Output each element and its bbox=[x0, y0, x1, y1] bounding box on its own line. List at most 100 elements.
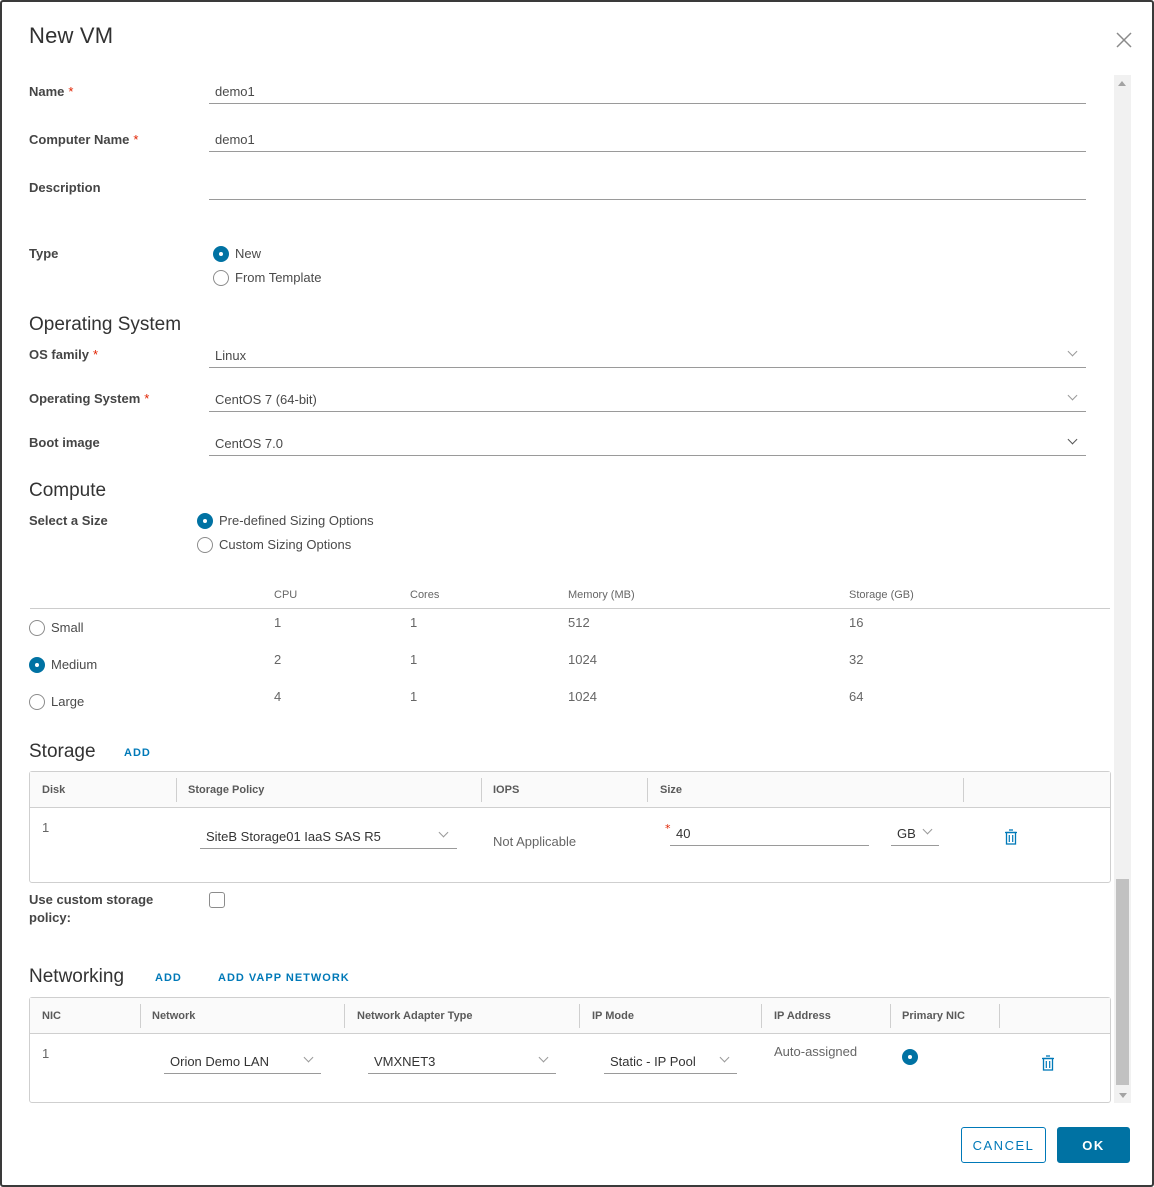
computer-name-label-text: Computer Name bbox=[29, 132, 130, 147]
boot-image-value: CentOS 7.0 bbox=[215, 436, 283, 451]
os-family-label-text: OS family bbox=[29, 347, 89, 362]
predefined-sizing-radio[interactable] bbox=[197, 513, 213, 529]
network-col-ip-address: IP Address bbox=[774, 1010, 831, 1022]
chevron-down-icon bbox=[303, 1052, 314, 1063]
type-new-label: New bbox=[235, 246, 262, 261]
os-family-label: OS family * bbox=[29, 347, 98, 362]
storage-grid-header: Disk Storage Policy IOPS Size bbox=[30, 772, 1110, 808]
size-small-memory: 512 bbox=[568, 615, 590, 630]
name-input[interactable]: demo1 bbox=[209, 78, 1086, 104]
storage-grid: Disk Storage Policy IOPS Size 1 SiteB St… bbox=[29, 771, 1111, 883]
storage-section-title: Storage bbox=[29, 741, 96, 762]
column-separator bbox=[344, 1004, 345, 1028]
type-from-template-radio[interactable] bbox=[213, 270, 229, 286]
computer-name-input[interactable]: demo1 bbox=[209, 126, 1086, 152]
size-medium-storage: 32 bbox=[849, 652, 864, 667]
storage-col-policy: Storage Policy bbox=[188, 784, 265, 796]
networking-add-link[interactable]: ADD bbox=[155, 972, 182, 984]
delete-disk-trash-icon[interactable] bbox=[1004, 829, 1018, 845]
network-col-network: Network bbox=[152, 1010, 196, 1022]
network-select[interactable]: Orion Demo LAN bbox=[164, 1048, 321, 1074]
size-small-radio[interactable] bbox=[29, 620, 45, 636]
column-separator bbox=[481, 778, 482, 802]
size-medium-radio[interactable] bbox=[29, 657, 45, 673]
networking-grid-header: NIC Network Network Adapter Type IP Mode… bbox=[30, 998, 1110, 1034]
size-medium-label: Medium bbox=[51, 657, 98, 672]
size-medium-memory: 1024 bbox=[568, 652, 597, 667]
size-small-label: Small bbox=[51, 620, 84, 635]
required-marker: * bbox=[144, 391, 150, 406]
operating-system-label-text: Operating System bbox=[29, 391, 141, 406]
delete-nic-trash-icon[interactable] bbox=[1041, 1055, 1055, 1071]
ip-address-value: Auto-assigned bbox=[774, 1044, 858, 1059]
column-separator bbox=[963, 778, 964, 802]
storage-iops-value: Not Applicable bbox=[493, 834, 577, 849]
os-family-select[interactable]: Linux bbox=[209, 342, 1086, 368]
custom-sizing-radio[interactable] bbox=[197, 537, 213, 553]
column-separator bbox=[647, 778, 648, 802]
ip-mode-value: Static - IP Pool bbox=[610, 1054, 696, 1069]
ok-button[interactable]: OK bbox=[1057, 1127, 1130, 1163]
select-size-label: Select a Size bbox=[29, 513, 108, 528]
required-marker: * bbox=[68, 84, 74, 99]
networking-section-title: Networking bbox=[29, 966, 125, 987]
storage-col-size: Size bbox=[660, 784, 683, 796]
compute-section-title: Compute bbox=[29, 480, 107, 501]
size-small-storage: 16 bbox=[849, 615, 864, 630]
network-nic-number: 1 bbox=[42, 1046, 50, 1061]
chevron-down-icon bbox=[719, 1052, 730, 1063]
size-large-cores: 1 bbox=[410, 689, 418, 704]
size-large-storage: 64 bbox=[849, 689, 864, 704]
add-vapp-network-link[interactable]: ADD VAPP NETWORK bbox=[218, 972, 350, 984]
cancel-button[interactable]: CANCEL bbox=[961, 1127, 1046, 1163]
networking-grid: NIC Network Network Adapter Type IP Mode… bbox=[29, 997, 1111, 1103]
sizing-table-divider bbox=[30, 608, 1110, 609]
column-separator bbox=[579, 1004, 580, 1028]
size-medium-cpu: 2 bbox=[274, 652, 282, 667]
size-large-cpu: 4 bbox=[274, 689, 282, 704]
sizing-col-memory: Memory (MB) bbox=[568, 589, 635, 601]
storage-size-input[interactable]: 40 bbox=[670, 820, 869, 846]
network-col-adapter: Network Adapter Type bbox=[357, 1010, 473, 1022]
storage-size-value: 40 bbox=[676, 826, 691, 841]
size-large-radio[interactable] bbox=[29, 694, 45, 710]
name-label: Name * bbox=[29, 84, 73, 99]
boot-image-label: Boot image bbox=[29, 435, 100, 450]
chevron-down-icon bbox=[1067, 390, 1078, 401]
network-col-nic: NIC bbox=[42, 1010, 61, 1022]
operating-system-select[interactable]: CentOS 7 (64-bit) bbox=[209, 386, 1086, 412]
chevron-down-icon bbox=[1067, 434, 1078, 445]
column-separator bbox=[890, 1004, 891, 1028]
scroll-down-arrow-icon[interactable] bbox=[1119, 1093, 1127, 1098]
type-label: Type bbox=[29, 246, 59, 261]
required-marker: * bbox=[92, 347, 99, 362]
os-section-title: Operating System bbox=[29, 314, 182, 335]
scroll-up-arrow-icon[interactable] bbox=[1118, 81, 1126, 86]
network-adapter-select[interactable]: VMXNET3 bbox=[368, 1048, 556, 1074]
description-input[interactable] bbox=[209, 174, 1086, 200]
os-family-value: Linux bbox=[215, 348, 247, 363]
type-new-radio[interactable] bbox=[213, 246, 229, 262]
boot-image-select[interactable]: CentOS 7.0 bbox=[209, 430, 1086, 456]
custom-sizing-label: Custom Sizing Options bbox=[219, 537, 352, 552]
ip-mode-select[interactable]: Static - IP Pool bbox=[604, 1048, 737, 1074]
size-small-cpu: 1 bbox=[274, 615, 282, 630]
operating-system-label: Operating System * bbox=[29, 391, 149, 406]
network-col-ip-mode: IP Mode bbox=[592, 1010, 634, 1022]
operating-system-value: CentOS 7 (64-bit) bbox=[215, 392, 317, 407]
custom-storage-policy-checkbox[interactable] bbox=[209, 892, 225, 908]
primary-nic-radio[interactable] bbox=[902, 1049, 918, 1065]
column-separator bbox=[761, 1004, 762, 1028]
close-icon[interactable] bbox=[1114, 30, 1134, 50]
sizing-col-storage: Storage (GB) bbox=[849, 589, 914, 601]
new-vm-dialog: New VM Name * demo1 Computer Name * demo1 … bbox=[0, 0, 1154, 1187]
custom-storage-policy-label: Use custom storage policy: bbox=[29, 892, 154, 925]
name-label-text: Name bbox=[29, 84, 65, 99]
scrollbar-thumb[interactable] bbox=[1116, 879, 1129, 1085]
storage-unit-select[interactable]: GB bbox=[891, 820, 939, 846]
storage-policy-select[interactable]: SiteB Storage01 IaaS SAS R5 bbox=[200, 823, 457, 849]
chevron-down-icon bbox=[438, 827, 449, 838]
network-col-primary-nic: Primary NIC bbox=[902, 1010, 965, 1022]
storage-add-link[interactable]: ADD bbox=[124, 747, 151, 759]
storage-col-iops: IOPS bbox=[493, 784, 520, 796]
